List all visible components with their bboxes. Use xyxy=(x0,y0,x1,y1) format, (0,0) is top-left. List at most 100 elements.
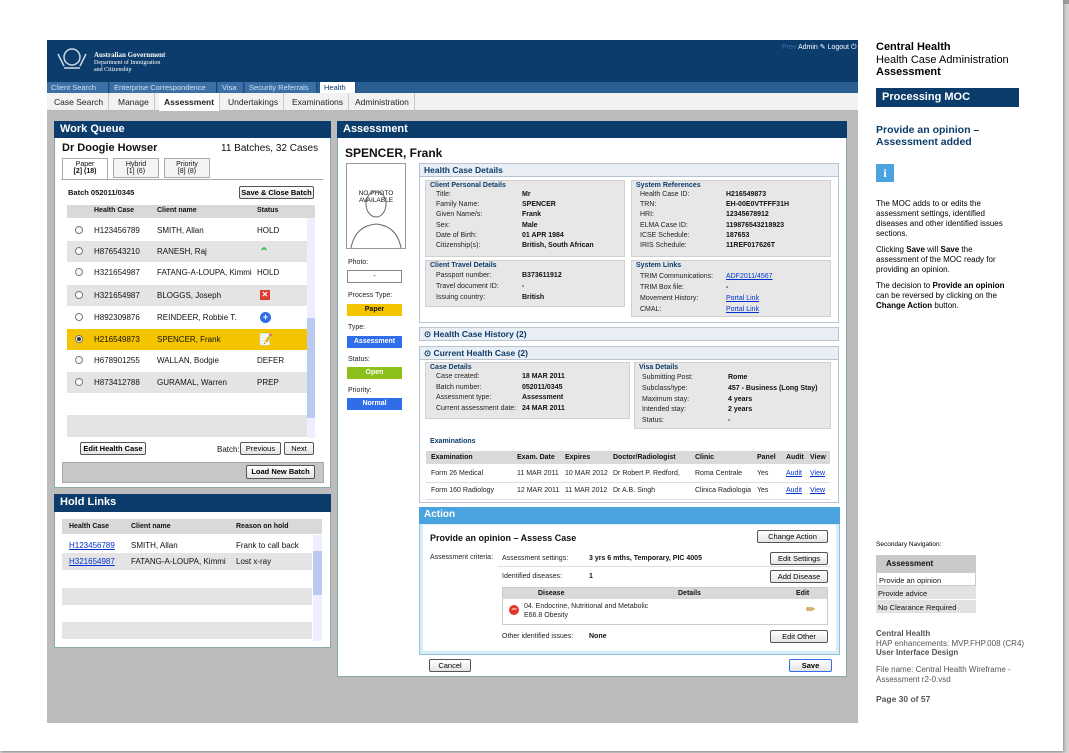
field-value: 119876543218923 xyxy=(726,221,785,229)
edit-health-case-button[interactable]: Edit Health Case xyxy=(80,442,146,455)
field-value[interactable]: ADF2011/4567 xyxy=(726,273,773,280)
hold-scrollbar[interactable] xyxy=(313,535,322,641)
tab-assessment[interactable]: Assessment xyxy=(159,93,221,111)
current-health-case-label: Current Health Case (2) xyxy=(433,348,528,358)
col-edit: Edit xyxy=(796,590,810,597)
table-row[interactable]: H321654987 FATANG-A-LOUPA, Kimmi HOLD xyxy=(67,262,315,283)
save-close-batch-button[interactable]: Save & Close Batch xyxy=(239,186,314,199)
power-icon[interactable]: ⏻ xyxy=(851,44,857,51)
edit-pencil-icon[interactable]: ✏ xyxy=(806,603,815,616)
load-new-batch-button[interactable]: Load New Batch xyxy=(246,465,315,479)
health-case-history-toggle[interactable]: ⊙ Health Case History (2) xyxy=(419,327,839,341)
secondary-nav-heading: Assessment xyxy=(876,555,976,572)
field-value: Frank xyxy=(522,211,542,219)
field-value: British xyxy=(522,294,545,301)
field-value: 187653 xyxy=(726,231,750,239)
tab-security-referrals[interactable]: Security Referrals xyxy=(245,82,317,93)
diseases-count: 1 xyxy=(589,573,593,580)
photo-placeholder: NO PHOTO AVAILABLE xyxy=(346,163,406,249)
col-reason: Reason on hold xyxy=(236,523,289,530)
row-radio[interactable] xyxy=(75,268,83,276)
row-radio[interactable] xyxy=(75,356,83,364)
menu-icon[interactable]: ☰ xyxy=(858,44,864,51)
tab-undertakings[interactable]: Undertakings xyxy=(223,93,285,111)
queue-scrollbar[interactable] xyxy=(307,218,315,438)
status-badge: Open xyxy=(347,367,402,379)
row-radio[interactable] xyxy=(75,247,83,255)
client-name: REINDEER, Robbie T. xyxy=(157,313,237,322)
view-link[interactable]: View xyxy=(810,487,825,494)
field-value[interactable]: Portal Link xyxy=(726,306,759,313)
table-row[interactable]: H873412788 GURAMAL, Warren PREP xyxy=(67,372,315,393)
row-radio[interactable] xyxy=(75,313,83,321)
field-value: H216549873 xyxy=(726,191,767,198)
tab-manage[interactable]: Manage xyxy=(113,93,155,111)
tab-health[interactable]: Health xyxy=(320,82,356,93)
audit-link[interactable]: Audit xyxy=(786,487,802,494)
hold-case-link[interactable]: H123456789 xyxy=(69,541,115,550)
tab-priority[interactable]: Priority [8] (8) xyxy=(164,158,210,178)
edit-other-button[interactable]: Edit Other xyxy=(770,630,828,643)
view-link[interactable]: View xyxy=(810,470,825,477)
logout-link[interactable]: Logout xyxy=(828,44,849,51)
tab-paper[interactable]: Paper [2] (18) xyxy=(62,158,108,180)
process-type-badge: Paper xyxy=(347,304,402,316)
next-button[interactable]: Next xyxy=(284,442,314,455)
health-case-details-heading: Health Case Details xyxy=(419,163,839,177)
row-radio[interactable] xyxy=(75,226,83,234)
row-radio-selected[interactable] xyxy=(75,335,83,343)
chevron-down-icon: ⊙ xyxy=(424,348,432,358)
remove-disease-icon[interactable]: − xyxy=(509,605,519,615)
client-name: SPENCER, Frank xyxy=(157,335,221,344)
field-label: HRI: xyxy=(640,211,654,219)
field-value: Male xyxy=(522,221,538,229)
tab-hybrid[interactable]: Hybrid [1] (6) xyxy=(113,158,159,178)
case-id: H321654987 xyxy=(94,291,140,300)
save-button[interactable]: Save xyxy=(789,659,832,672)
prev-link[interactable]: Prev xyxy=(782,44,796,51)
admin-link[interactable]: Admin xyxy=(798,44,818,51)
nav-provide-opinion[interactable]: Provide an opinion xyxy=(876,572,976,586)
table-row[interactable]: H321654987 BLOGGS, Joseph ✕ xyxy=(67,285,315,306)
tab-administration[interactable]: Administration xyxy=(350,93,415,111)
photo-label: Photo: xyxy=(348,259,369,266)
edit-settings-button[interactable]: Edit Settings xyxy=(770,552,828,565)
field-value: 24 MAR 2011 xyxy=(522,404,565,412)
cancel-button[interactable]: Cancel xyxy=(429,659,471,672)
field-label: Title: xyxy=(436,191,451,198)
table-row[interactable]: H678901255 WALLAN, Bodgie DEFER xyxy=(67,350,315,371)
client-heading: SPENCER, Frank xyxy=(345,146,443,160)
field-label: Travel document ID: xyxy=(436,283,499,290)
field-value[interactable]: Portal Link xyxy=(726,295,759,302)
hold-case-link[interactable]: H321654987 xyxy=(69,557,115,566)
health-case-history-label: Health Case History (2) xyxy=(433,329,527,339)
row-radio[interactable] xyxy=(75,291,83,299)
field-label: Batch number: xyxy=(436,383,482,391)
tab-case-search[interactable]: Case Search xyxy=(49,93,110,111)
nav-no-clearance[interactable]: No Clearance Required xyxy=(876,600,976,614)
table-row-selected[interactable]: H216549873 SPENCER, Frank 📝 xyxy=(67,329,315,350)
previous-button[interactable]: Previous xyxy=(240,442,281,455)
add-disease-button[interactable]: Add Disease xyxy=(770,570,828,583)
nav-provide-advice[interactable]: Provide advice xyxy=(876,586,976,600)
field-label: Health Case ID: xyxy=(640,191,690,198)
change-action-button[interactable]: Change Action xyxy=(757,530,828,543)
field-value: B373611912 xyxy=(522,272,562,279)
audit-link[interactable]: Audit xyxy=(786,470,802,477)
tab-visa[interactable]: Visa xyxy=(218,82,244,93)
table-row[interactable]: H876543210 RANESH, Raj ⌃ xyxy=(67,241,315,262)
tab-paper-count: [2] (18) xyxy=(73,168,97,175)
table-row[interactable]: H123456789 SMITH, Allan HOLD xyxy=(67,220,315,241)
work-queue-title: Work Queue xyxy=(54,121,331,138)
disease-code: E66.8 Obesity xyxy=(524,612,568,619)
field-value: 01 APR 1984 xyxy=(522,231,564,239)
tab-client-search[interactable]: Client Search xyxy=(47,82,109,93)
criteria-label: Assessment criteria: xyxy=(430,554,494,561)
row-radio[interactable] xyxy=(75,378,83,386)
current-health-case-toggle[interactable]: ⊙ Current Health Case (2) xyxy=(419,346,839,360)
photo-select[interactable]: - xyxy=(347,270,402,283)
empty-row xyxy=(67,393,307,415)
tab-examinations[interactable]: Examinations xyxy=(287,93,350,111)
tab-enterprise-correspondence[interactable]: Enterprise Correspondence xyxy=(110,82,217,93)
table-row[interactable]: H892309876 REINDEER, Robbie T. + xyxy=(67,307,315,328)
